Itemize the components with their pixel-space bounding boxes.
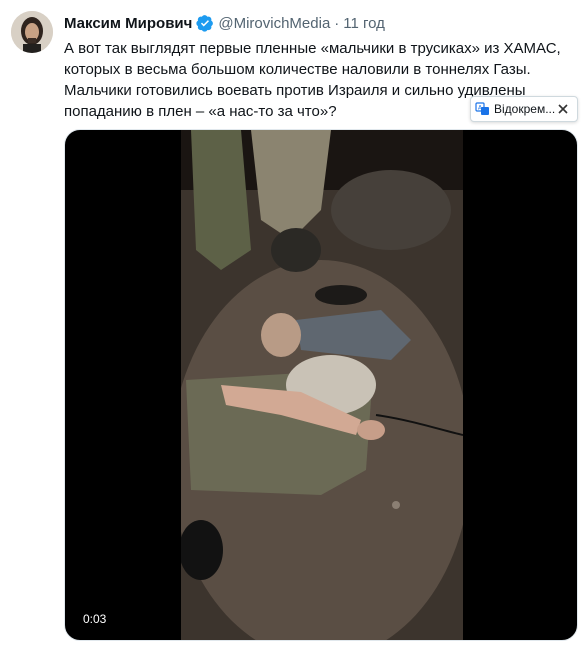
video-frame[interactable] [171,130,471,640]
translate-popup[interactable]: A Відокрем... [470,96,578,122]
translate-label[interactable]: Відокрем... [494,102,555,116]
tweet: Максим Мирович @MirovichMedia · 11 год А… [0,0,583,645]
author-name[interactable]: Максим Мирович [64,15,192,32]
separator-dot: · [334,14,340,32]
verified-badge-icon [196,15,214,32]
tweet-text-line: А вот так выглядят первые пленные «мальч… [64,40,561,57]
avatar[interactable] [11,11,53,53]
video-scene [171,130,471,640]
tweet-header: Максим Мирович @MirovichMedia · 11 год [64,12,385,34]
translate-icon: A [475,102,489,115]
close-icon[interactable] [555,101,571,117]
tweet-time[interactable]: 11 год [343,15,385,32]
tweet-text-line: которых в весьма большом количестве нало… [64,61,531,78]
video-player[interactable]: 0:03 [64,129,578,641]
author-handle[interactable]: @MirovichMedia [218,15,330,32]
video-timestamp: 0:03 [79,610,111,628]
